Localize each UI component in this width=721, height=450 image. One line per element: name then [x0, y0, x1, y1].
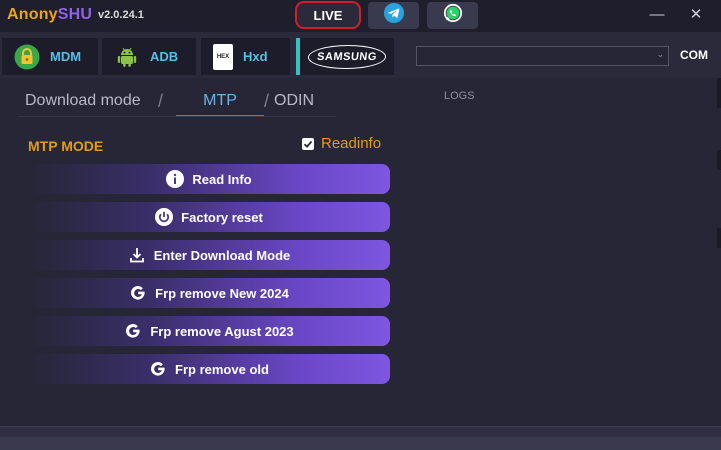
- frp-remove-old-label: Frp remove old: [175, 361, 269, 377]
- edge-fragment: [717, 78, 721, 108]
- telegram-button[interactable]: [368, 2, 419, 29]
- hex-icon-text: HEX: [216, 53, 230, 60]
- edge-fragment: [717, 228, 721, 248]
- read-info-button[interactable]: Read Info: [28, 164, 390, 194]
- mdm-button[interactable]: MDM: [2, 38, 98, 75]
- com-port-select[interactable]: ⌄: [416, 46, 669, 66]
- check-icon: [303, 140, 313, 148]
- lock-icon: [14, 44, 40, 70]
- frp-remove-old-button[interactable]: Frp remove old: [28, 354, 390, 384]
- toolbar: MDM ADB HEX Hxd SAMSUNG ⌄ COM: [0, 32, 721, 78]
- adb-button[interactable]: ADB: [102, 38, 196, 75]
- frp-remove-2024-button[interactable]: Frp remove New 2024: [28, 278, 390, 308]
- logs-label: LOGS: [444, 90, 475, 102]
- tab-odin[interactable]: ODIN: [274, 85, 314, 117]
- tab-separator: /: [264, 91, 270, 111]
- mdm-label: MDM: [50, 49, 82, 64]
- enter-download-mode-button[interactable]: Enter Download Mode: [28, 240, 390, 270]
- adb-label: ADB: [150, 49, 179, 64]
- app-version: v2.0.24.1: [98, 9, 144, 21]
- frp-remove-2023-label: Frp remove Agust 2023: [150, 323, 294, 339]
- hxd-label: Hxd: [243, 49, 268, 64]
- chevron-down-icon: ⌄: [656, 49, 664, 59]
- status-bar: [0, 426, 721, 450]
- google-icon: [129, 284, 147, 302]
- app-name-part1: Anony: [7, 6, 58, 23]
- factory-reset-button[interactable]: Factory reset: [28, 202, 390, 232]
- readinfo-label: Readinfo: [321, 135, 382, 152]
- com-label: COM: [680, 48, 708, 62]
- download-icon: [128, 246, 146, 264]
- info-icon: [166, 170, 185, 188]
- close-button[interactable]: ✕: [685, 5, 707, 25]
- whatsapp-icon: [443, 3, 463, 28]
- readinfo-checkbox[interactable]: [302, 137, 314, 150]
- enter-download-mode-label: Enter Download Mode: [153, 247, 291, 263]
- read-info-label: Read Info: [192, 171, 252, 187]
- samsung-logo: SAMSUNG: [306, 44, 388, 69]
- hxd-button[interactable]: HEX Hxd: [201, 38, 290, 75]
- samsung-button[interactable]: SAMSUNG: [296, 38, 394, 75]
- hex-file-icon: HEX: [213, 43, 233, 70]
- live-button[interactable]: LIVE: [295, 1, 361, 29]
- app-logo: AnonySHU: [7, 6, 92, 24]
- frp-remove-2023-button[interactable]: Frp remove Agust 2023: [28, 316, 390, 346]
- edge-fragment: [717, 150, 721, 170]
- google-icon: [149, 360, 167, 378]
- title-bar: AnonySHU v2.0.24.1 LIVE — ✕: [0, 0, 721, 32]
- android-icon: [114, 44, 140, 70]
- telegram-icon: [383, 3, 404, 28]
- tab-separator: /: [158, 91, 164, 111]
- app-name-part2: SHU: [57, 6, 93, 23]
- mtp-mode-title: MTP MODE: [28, 138, 104, 154]
- minimize-button[interactable]: —: [646, 5, 668, 25]
- power-icon: [155, 208, 174, 226]
- tabs-divider: [18, 116, 336, 117]
- whatsapp-button[interactable]: [427, 2, 478, 29]
- readinfo-checkbox-row[interactable]: Readinfo: [302, 135, 381, 152]
- mode-tabs: Download mode / MTP / ODIN: [18, 85, 338, 117]
- frp-remove-2024-label: Frp remove New 2024: [155, 285, 289, 301]
- tab-download-mode[interactable]: Download mode: [25, 85, 141, 117]
- google-icon: [124, 322, 142, 340]
- factory-reset-label: Factory reset: [181, 209, 263, 225]
- tab-mtp[interactable]: MTP: [176, 85, 264, 117]
- progress-track: [0, 437, 721, 450]
